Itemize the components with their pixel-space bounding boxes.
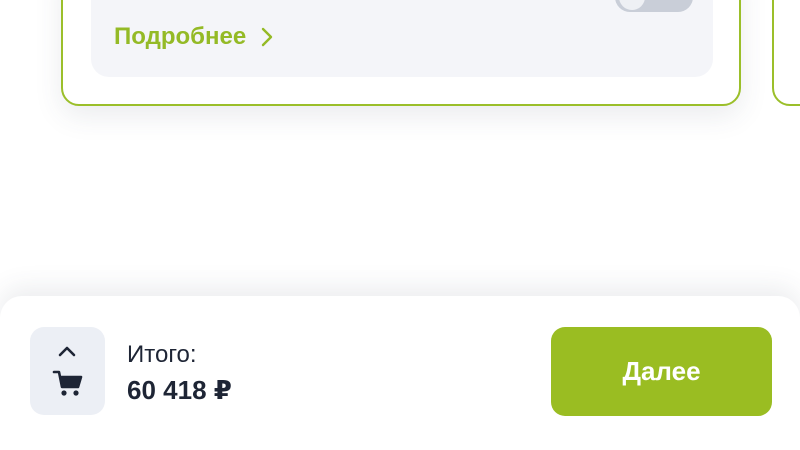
- more-details-link[interactable]: Подробнее: [114, 23, 274, 51]
- cart-icon: [52, 370, 83, 396]
- more-details-label: Подробнее: [114, 23, 247, 50]
- next-button[interactable]: Далее: [551, 327, 772, 416]
- chevron-right-icon: [261, 27, 273, 47]
- next-option-card[interactable]: [772, 0, 800, 106]
- option-card-details: Подробнее: [91, 0, 713, 77]
- cart-expand-button[interactable]: [30, 327, 105, 415]
- chevron-up-icon: [58, 346, 76, 357]
- option-card: Подробнее: [61, 0, 741, 106]
- option-toggle[interactable]: [615, 0, 693, 12]
- toggle-knob: [619, 0, 645, 10]
- checkout-screen: Подробнее Итого: 60 418 ₽ Далее: [0, 0, 800, 450]
- checkout-bottom-bar: Итого: 60 418 ₽ Далее: [0, 296, 800, 450]
- total-label: Итого:: [127, 341, 197, 368]
- total-amount: 60 418 ₽: [127, 375, 232, 405]
